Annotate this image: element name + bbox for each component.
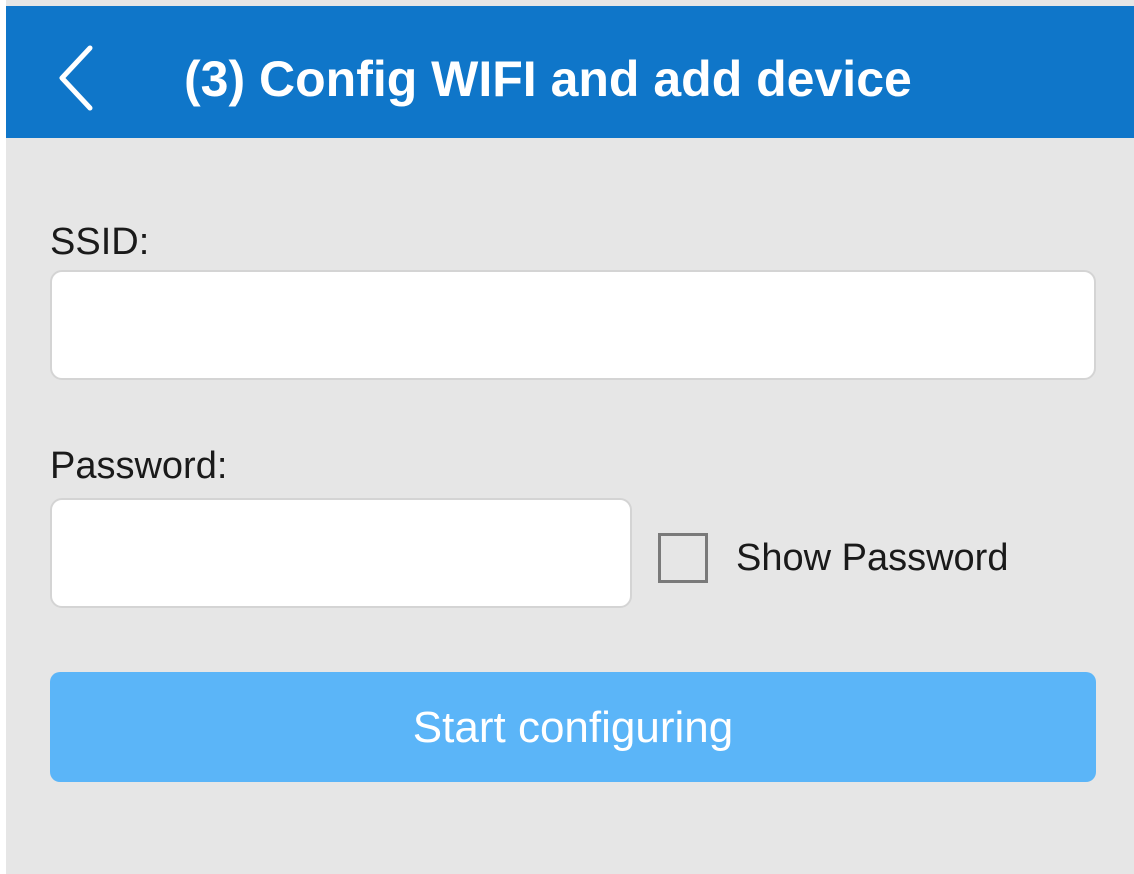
back-button[interactable] [48, 42, 108, 114]
start-configuring-button[interactable]: Start configuring [50, 672, 1096, 782]
page-title: (3) Config WIFI and add device [184, 51, 912, 107]
chevron-left-icon [59, 45, 93, 111]
ssid-label: SSID: [50, 221, 150, 263]
password-input[interactable] [50, 498, 632, 608]
password-label: Password: [50, 445, 228, 487]
show-password-toggle[interactable]: Show Password [658, 530, 1008, 586]
app-bar: (3) Config WIFI and add device [6, 6, 1134, 138]
show-password-label: Show Password [736, 537, 1009, 579]
config-wifi-screen: (3) Config WIFI and add device SSID: Pas… [6, 0, 1134, 874]
show-password-checkbox[interactable] [658, 533, 708, 583]
ssid-input[interactable] [50, 270, 1096, 380]
